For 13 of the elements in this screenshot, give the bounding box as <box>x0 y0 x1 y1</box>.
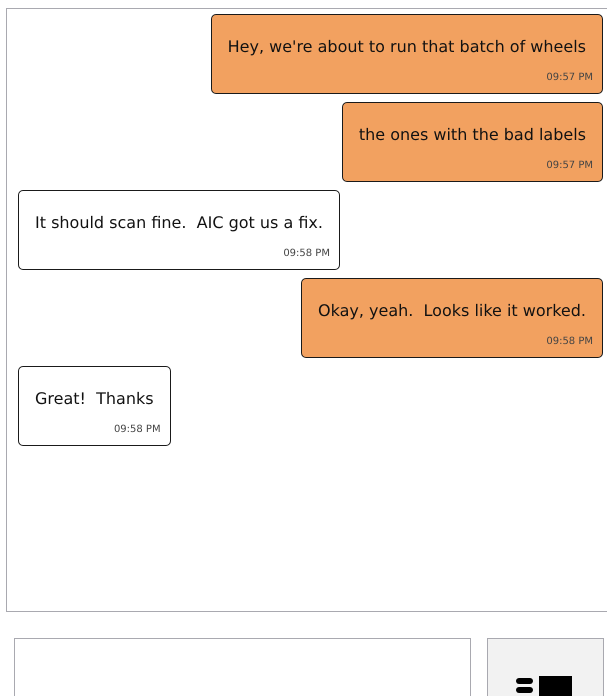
message-text: Great! Thanks <box>35 388 155 410</box>
send-icon <box>516 676 574 696</box>
message-time: 09:57 PM <box>546 71 593 85</box>
message-text: Hey, we're about to run that batch of wheels <box>228 36 587 58</box>
message-text: Okay, yeah. Looks like it worked. <box>318 300 587 322</box>
message-text: It should scan fine. AIC got us a fix. <box>35 212 324 234</box>
message-time: 09:58 PM <box>283 247 330 261</box>
message-text: the ones with the bad labels <box>358 124 587 146</box>
message-time: 09:57 PM <box>546 159 593 173</box>
message-time: 09:58 PM <box>546 335 593 349</box>
send-button[interactable] <box>487 638 604 696</box>
message-input-field[interactable] <box>14 638 471 696</box>
message-time: 09:58 PM <box>114 423 161 437</box>
